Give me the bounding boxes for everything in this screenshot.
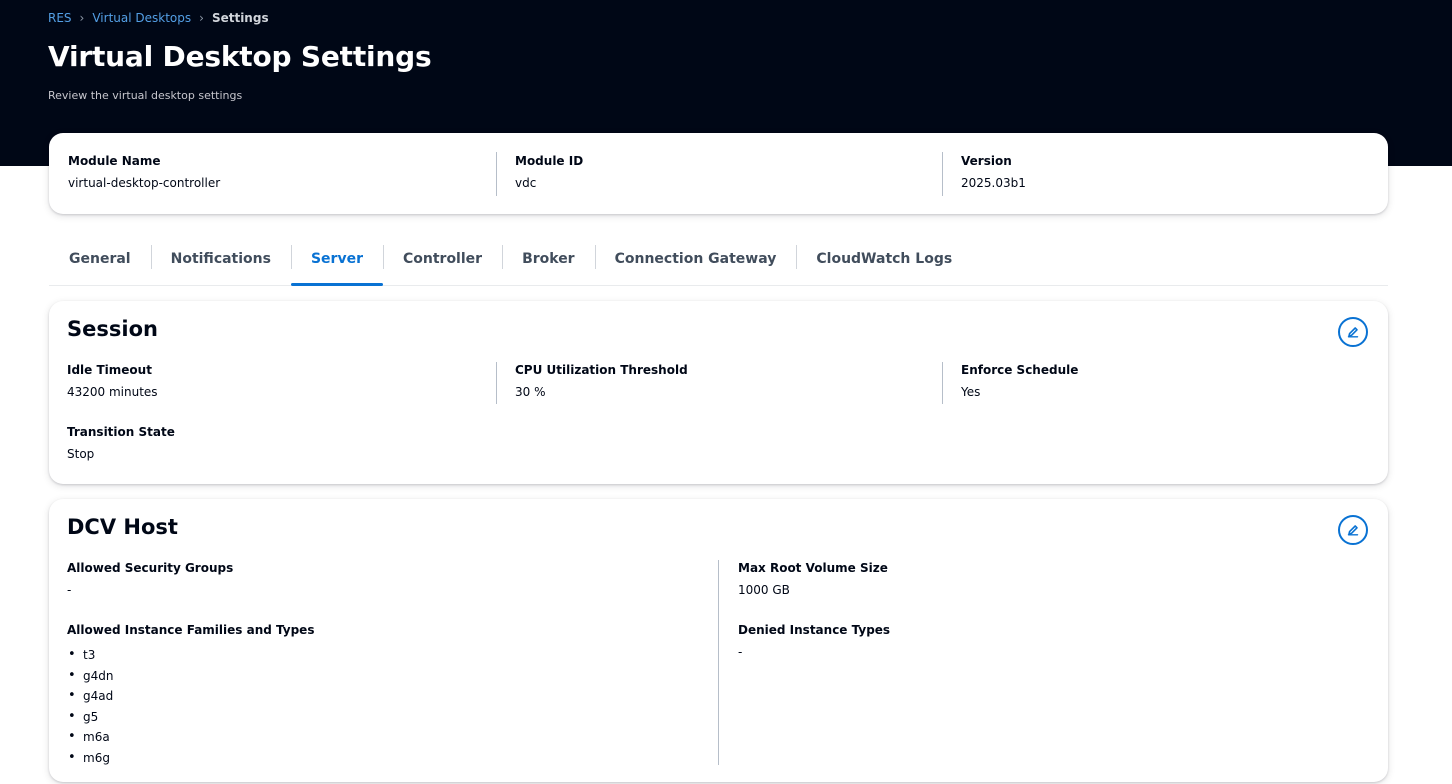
- allowed-security-groups-value: -: [67, 583, 72, 597]
- allowed-security-groups-label: Allowed Security Groups: [67, 561, 234, 575]
- idle-timeout-value: 43200 minutes: [67, 385, 158, 399]
- list-item: t3: [67, 645, 314, 666]
- chevron-right-icon: ›: [79, 11, 85, 25]
- column-divider: [718, 560, 719, 765]
- max-root-volume-label: Max Root Volume Size: [738, 561, 888, 575]
- module-name-value: virtual-desktop-controller: [68, 176, 221, 190]
- session-card: Session Idle Timeout 43200 minutes CPU U…: [49, 301, 1388, 484]
- denied-instance-types-label: Denied Instance Types: [738, 623, 891, 637]
- idle-timeout-label: Idle Timeout: [67, 363, 152, 377]
- breadcrumb-current: Settings: [211, 11, 269, 25]
- tab-notifications[interactable]: Notifications: [150, 240, 291, 285]
- denied-instance-types-value: -: [738, 645, 743, 659]
- version-label: Version: [961, 154, 1012, 168]
- denied-instance-types-field: Denied Instance Types -: [738, 623, 890, 659]
- list-item: g4ad: [67, 686, 314, 707]
- allowed-security-groups-field: Allowed Security Groups -: [67, 561, 233, 597]
- tab-general[interactable]: General: [49, 240, 151, 285]
- transition-state-value: Stop: [67, 447, 95, 461]
- dcv-host-card: DCV Host Allowed Security Groups - Max R…: [49, 499, 1388, 782]
- dcv-host-title: DCV Host: [67, 515, 178, 539]
- column-divider: [942, 362, 943, 404]
- column-divider: [496, 152, 497, 196]
- transition-state-field: Transition State Stop: [67, 425, 175, 461]
- allowed-instances-label: Allowed Instance Families and Types: [67, 623, 315, 637]
- session-title: Session: [67, 317, 158, 341]
- allowed-instances-list: t3 g4dn g4ad g5 m6a m6g: [67, 645, 314, 769]
- edit-session-button[interactable]: [1338, 317, 1368, 347]
- tab-controller[interactable]: Controller: [382, 240, 502, 285]
- column-divider: [942, 152, 943, 196]
- page-title: Virtual Desktop Settings: [48, 40, 432, 73]
- enforce-schedule-field: Enforce Schedule Yes: [961, 363, 1078, 399]
- module-summary-card: Module Name virtual-desktop-controller M…: [49, 133, 1388, 214]
- tab-broker[interactable]: Broker: [502, 240, 595, 285]
- tab-server[interactable]: Server: [290, 240, 383, 286]
- module-id-value: vdc: [515, 176, 537, 190]
- version-field: Version 2025.03b1: [961, 154, 1026, 190]
- cpu-threshold-label: CPU Utilization Threshold: [515, 363, 688, 377]
- enforce-schedule-value: Yes: [961, 385, 981, 399]
- list-item: m6g: [67, 748, 314, 769]
- list-item: m6a: [67, 727, 314, 748]
- version-value: 2025.03b1: [961, 176, 1026, 190]
- tab-cloudwatch-logs[interactable]: CloudWatch Logs: [796, 240, 972, 285]
- breadcrumb: RES › Virtual Desktops › Settings: [48, 11, 269, 25]
- pencil-icon: [1347, 525, 1359, 536]
- max-root-volume-field: Max Root Volume Size 1000 GB: [738, 561, 888, 597]
- list-item: g5: [67, 707, 314, 728]
- settings-tabs: General Notifications Server Controller …: [49, 240, 1388, 286]
- page-subtitle: Review the virtual desktop settings: [48, 89, 243, 102]
- list-item: g4dn: [67, 666, 314, 687]
- allowed-instances-field: Allowed Instance Families and Types t3 g…: [67, 623, 314, 769]
- edit-dcv-host-button[interactable]: [1338, 515, 1368, 545]
- transition-state-label: Transition State: [67, 425, 175, 439]
- module-name-label: Module Name: [68, 154, 161, 168]
- module-id-label: Module ID: [515, 154, 584, 168]
- module-id-field: Module ID vdc: [515, 154, 583, 190]
- enforce-schedule-label: Enforce Schedule: [961, 363, 1079, 377]
- breadcrumb-link-res[interactable]: RES: [48, 11, 72, 25]
- chevron-right-icon: ›: [199, 11, 204, 25]
- module-name-field: Module Name virtual-desktop-controller: [68, 154, 220, 190]
- column-divider: [496, 362, 497, 404]
- breadcrumb-link-virtual-desktops[interactable]: Virtual Desktops: [92, 11, 191, 25]
- cpu-threshold-value: 30 %: [515, 385, 546, 399]
- pencil-icon: [1347, 327, 1359, 338]
- idle-timeout-field: Idle Timeout 43200 minutes: [67, 363, 158, 399]
- tab-connection-gateway[interactable]: Connection Gateway: [594, 240, 797, 285]
- cpu-threshold-field: CPU Utilization Threshold 30 %: [515, 363, 688, 399]
- max-root-volume-value: 1000 GB: [738, 583, 790, 597]
